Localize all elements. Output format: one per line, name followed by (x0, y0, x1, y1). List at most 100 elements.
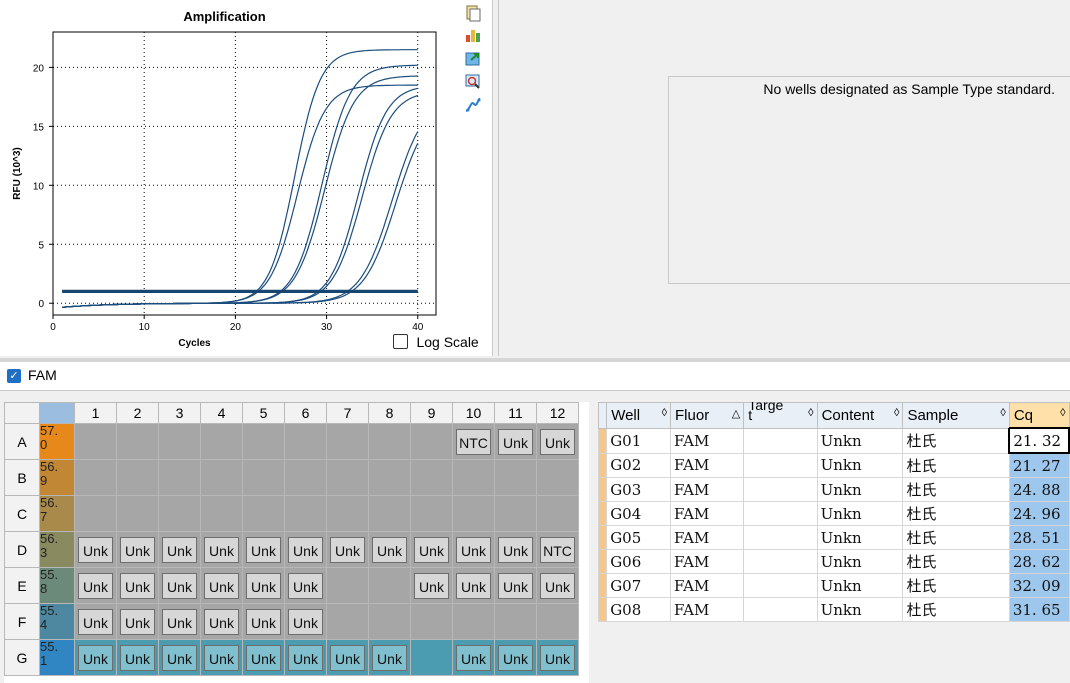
column-header[interactable]: 5 (242, 402, 285, 424)
cell-target[interactable] (743, 427, 818, 454)
copy-icon[interactable] (464, 4, 482, 22)
plate-well[interactable]: Unk (200, 639, 243, 676)
cell-fluor[interactable]: FAM (670, 573, 745, 598)
well-sample-type[interactable]: Unk (498, 428, 533, 455)
cell-cq[interactable]: 24. 88 (1008, 477, 1070, 502)
cell-target[interactable] (743, 477, 818, 502)
plate-well[interactable] (200, 423, 243, 460)
well-sample-type[interactable]: Unk (540, 644, 575, 671)
plate-well[interactable]: Unk (494, 567, 537, 604)
plate-well[interactable]: Unk (452, 639, 495, 676)
plate-well[interactable]: Unk (158, 603, 201, 640)
cell-cq[interactable]: 31. 65 (1008, 597, 1070, 622)
sort-icon[interactable]: ◊ (808, 407, 813, 419)
plate-well[interactable] (74, 459, 117, 496)
row-selector[interactable] (598, 525, 608, 550)
log-scale-checkbox[interactable] (393, 334, 408, 350)
well-sample-type[interactable]: Unk (162, 608, 197, 635)
plate-well[interactable]: Unk (116, 639, 159, 676)
cell-well[interactable]: G07 (606, 573, 672, 598)
row-selector[interactable] (598, 452, 608, 478)
well-sample-type[interactable]: Unk (330, 644, 365, 671)
well-sample-type[interactable]: Unk (120, 608, 155, 635)
cell-content[interactable]: Unkn (816, 477, 904, 502)
well-sample-type[interactable]: Unk (456, 644, 491, 671)
plate-well[interactable] (200, 459, 243, 496)
plate-well[interactable]: Unk (200, 567, 243, 604)
column-header[interactable]: 9 (410, 402, 453, 424)
cell-well[interactable]: G08 (606, 597, 672, 622)
plate-well[interactable] (494, 603, 537, 640)
plate-well[interactable]: Unk (116, 531, 159, 568)
well-sample-type[interactable]: NTC (540, 536, 575, 563)
cell-target[interactable] (743, 573, 818, 598)
plate-well[interactable]: Unk (158, 639, 201, 676)
plate-well[interactable] (326, 423, 369, 460)
column-header[interactable]: 7 (326, 402, 369, 424)
plate-well[interactable] (74, 423, 117, 460)
well-sample-type[interactable]: Unk (78, 644, 113, 671)
well-sample-type[interactable]: Unk (162, 644, 197, 671)
cell-fluor[interactable]: FAM (670, 452, 745, 478)
well-sample-type[interactable]: Unk (372, 644, 407, 671)
plate-well[interactable]: Unk (536, 639, 579, 676)
well-sample-type[interactable]: Unk (498, 536, 533, 563)
table-row[interactable]: G04 FAM Unkn 杜氏 24. 96 (598, 501, 1070, 526)
log-scale-toggle[interactable]: Log Scale (393, 333, 479, 351)
plate-well[interactable]: Unk (200, 603, 243, 640)
plate-well[interactable] (410, 639, 453, 676)
plate-well[interactable]: Unk (368, 531, 411, 568)
cell-sample[interactable]: 杜氏 (902, 452, 1010, 478)
plate-well[interactable]: Unk (74, 531, 117, 568)
plate-well[interactable] (158, 459, 201, 496)
table-row[interactable]: G07 FAM Unkn 杜氏 32. 09 (598, 573, 1070, 598)
table-row[interactable]: G05 FAM Unkn 杜氏 28. 51 (598, 525, 1070, 550)
well-sample-type[interactable]: Unk (414, 572, 449, 599)
plate-well[interactable] (410, 423, 453, 460)
plate-well[interactable]: Unk (410, 567, 453, 604)
cell-cq[interactable]: 32. 09 (1008, 573, 1070, 598)
well-sample-type[interactable]: Unk (498, 644, 533, 671)
row-header[interactable]: G (4, 639, 40, 676)
column-header-target[interactable]: Targe t ◊ (743, 402, 818, 429)
row-header[interactable]: D (4, 531, 40, 568)
cell-content[interactable]: Unkn (816, 597, 904, 622)
plate-well[interactable]: Unk (284, 531, 327, 568)
well-sample-type[interactable]: Unk (204, 608, 239, 635)
plate-well[interactable]: Unk (74, 639, 117, 676)
well-sample-type[interactable]: Unk (78, 572, 113, 599)
row-selector[interactable] (598, 549, 608, 574)
cell-fluor[interactable]: FAM (670, 525, 745, 550)
plate-well[interactable] (410, 495, 453, 532)
cell-target[interactable] (743, 525, 818, 550)
cell-content[interactable]: Unkn (816, 452, 904, 478)
plate-well[interactable] (494, 495, 537, 532)
row-header[interactable]: B (4, 459, 40, 496)
plate-well[interactable] (326, 603, 369, 640)
cell-content[interactable]: Unkn (816, 573, 904, 598)
table-row[interactable]: G08 FAM Unkn 杜氏 31. 65 (598, 597, 1070, 622)
plate-well[interactable] (536, 495, 579, 532)
column-header-well[interactable]: Well ◊ (606, 402, 672, 429)
column-header[interactable]: 12 (536, 402, 579, 424)
plate-well[interactable] (116, 423, 159, 460)
cell-well[interactable]: G01 (606, 427, 672, 454)
cell-fluor[interactable]: FAM (670, 477, 745, 502)
cell-target[interactable] (743, 597, 818, 622)
cell-well[interactable]: G05 (606, 525, 672, 550)
column-header[interactable]: 1 (74, 402, 117, 424)
plate-well[interactable] (452, 603, 495, 640)
plate-well[interactable] (242, 459, 285, 496)
well-sample-type[interactable]: Unk (288, 536, 323, 563)
well-sample-type[interactable]: Unk (120, 536, 155, 563)
plate-well[interactable]: Unk (536, 423, 579, 460)
column-header[interactable]: 4 (200, 402, 243, 424)
well-sample-type[interactable]: Unk (498, 572, 533, 599)
well-sample-type[interactable]: Unk (120, 572, 155, 599)
sort-icon[interactable]: △ (732, 407, 740, 420)
well-sample-type[interactable]: Unk (372, 536, 407, 563)
cell-sample[interactable]: 杜氏 (902, 477, 1010, 502)
plate-well[interactable] (116, 495, 159, 532)
column-header-fluor[interactable]: Fluor △ (670, 402, 745, 429)
cell-fluor[interactable]: FAM (670, 501, 745, 526)
